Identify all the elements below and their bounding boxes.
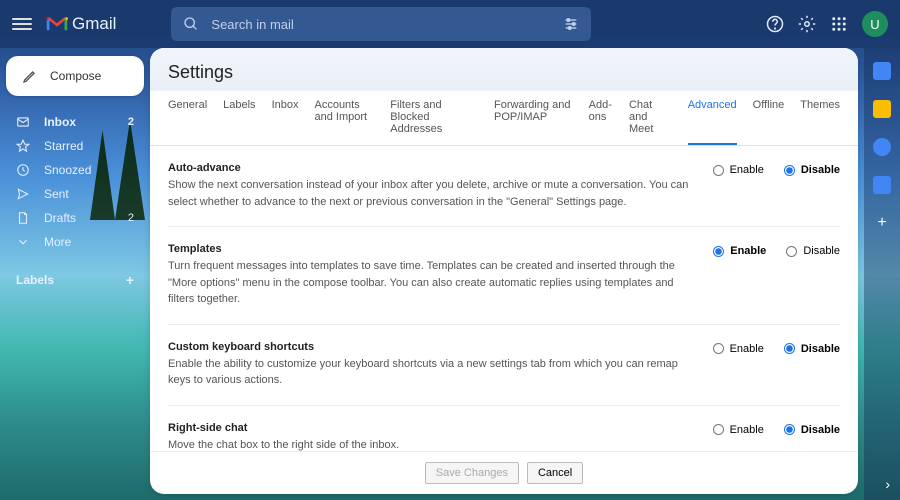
menu-icon[interactable] [12, 14, 32, 34]
nav-icon-starred [16, 139, 30, 153]
setting-name: Custom keyboard shortcuts [168, 341, 693, 353]
sidebar-item-drafts[interactable]: Drafts2 [6, 206, 144, 230]
tab-accounts-and-import[interactable]: Accounts and Import [314, 91, 374, 145]
save-changes-button[interactable]: Save Changes [425, 462, 519, 484]
setting-desc: Turn frequent messages into templates to… [168, 258, 693, 308]
add-label-icon[interactable]: + [126, 272, 134, 288]
nav-label: Starred [44, 139, 134, 153]
tab-offline[interactable]: Offline [753, 91, 785, 145]
setting-row: Custom keyboard shortcuts Enable the abi… [168, 325, 840, 406]
avatar[interactable]: U [862, 11, 888, 37]
help-icon[interactable] [766, 15, 784, 33]
gmail-logo[interactable]: Gmail [46, 14, 116, 34]
setting-desc: Enable the ability to customize your key… [168, 356, 693, 389]
labels-header-text: Labels [16, 273, 54, 287]
setting-name: Auto-advance [168, 162, 693, 174]
compose-label: Compose [50, 69, 101, 83]
sidebar-item-starred[interactable]: Starred [6, 134, 144, 158]
apps-icon[interactable] [830, 15, 848, 33]
calendar-icon[interactable] [873, 62, 891, 80]
nav-icon-drafts [16, 211, 30, 225]
sidebar-item-more[interactable]: More [6, 230, 144, 254]
tab-chat-and-meet[interactable]: Chat and Meet [629, 91, 672, 145]
tab-themes[interactable]: Themes [800, 91, 840, 145]
search-icon [183, 16, 199, 32]
enable-option[interactable]: Enable [713, 424, 764, 436]
page-title: Settings [168, 62, 840, 83]
sidebar-item-inbox[interactable]: Inbox2 [6, 110, 144, 134]
tab-filters-and-blocked-addresses[interactable]: Filters and Blocked Addresses [390, 91, 478, 145]
setting-row: Auto-advance Show the next conversation … [168, 146, 840, 227]
nav-label: Drafts [44, 211, 128, 225]
disable-option[interactable]: Disable [786, 245, 840, 257]
nav-label: Sent [44, 187, 134, 201]
nav-count: 2 [128, 116, 134, 128]
nav-label: Snoozed [44, 163, 134, 177]
add-addon-icon[interactable]: + [877, 214, 886, 232]
setting-name: Right-side chat [168, 422, 693, 434]
labels-header: Labels + [6, 264, 144, 296]
sidebar-item-sent[interactable]: Sent [6, 182, 144, 206]
keep-icon[interactable] [873, 100, 891, 118]
sidebar-item-snoozed[interactable]: Snoozed [6, 158, 144, 182]
cancel-button[interactable]: Cancel [527, 462, 583, 484]
tab-inbox[interactable]: Inbox [272, 91, 299, 145]
enable-option[interactable]: Enable [713, 245, 766, 257]
search-bar[interactable] [171, 7, 591, 41]
pencil-icon [22, 68, 38, 84]
disable-option[interactable]: Disable [784, 424, 840, 436]
tab-labels[interactable]: Labels [223, 91, 255, 145]
tab-add-ons[interactable]: Add-ons [589, 91, 613, 145]
chevron-right-icon[interactable]: › [885, 476, 890, 492]
enable-option[interactable]: Enable [713, 164, 764, 176]
tab-general[interactable]: General [168, 91, 207, 145]
search-input[interactable] [211, 17, 563, 32]
setting-name: Templates [168, 243, 693, 255]
setting-desc: Move the chat box to the right side of t… [168, 437, 693, 452]
contacts-icon[interactable] [873, 176, 891, 194]
nav-icon-sent [16, 187, 30, 201]
enable-option[interactable]: Enable [713, 343, 764, 355]
gear-icon[interactable] [798, 15, 816, 33]
nav-count: 2 [128, 212, 134, 224]
tab-advanced[interactable]: Advanced [688, 91, 737, 145]
nav-label: Inbox [44, 115, 128, 129]
compose-button[interactable]: Compose [6, 56, 144, 96]
setting-desc: Show the next conversation instead of yo… [168, 177, 693, 210]
setting-row: Right-side chat Move the chat box to the… [168, 406, 840, 452]
nav-label: More [44, 235, 134, 249]
nav-icon-more [16, 235, 30, 249]
tab-forwarding-and-pop/imap[interactable]: Forwarding and POP/IMAP [494, 91, 573, 145]
setting-row: Templates Turn frequent messages into te… [168, 227, 840, 325]
tune-icon[interactable] [563, 16, 579, 32]
disable-option[interactable]: Disable [784, 164, 840, 176]
tasks-icon[interactable] [873, 138, 891, 156]
disable-option[interactable]: Disable [784, 343, 840, 355]
nav-icon-snoozed [16, 163, 30, 177]
nav-icon-inbox [16, 115, 30, 129]
